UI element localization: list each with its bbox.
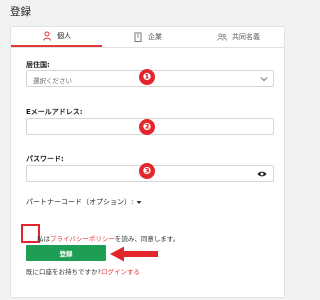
login-link[interactable]: ログインする (101, 268, 140, 276)
step-badge-1: ❶ (139, 69, 155, 85)
tab-individual[interactable]: 個人 (11, 27, 102, 47)
tab-joint-label: 共同名義 (232, 33, 260, 41)
step-badge-3: ❸ (139, 163, 155, 179)
step-badge-2: ❷ (139, 119, 155, 135)
consent-suffix: を読み、同意します。 (114, 235, 180, 243)
residence-placeholder: 選択ください (33, 77, 72, 85)
tab-corporate-label: 企業 (148, 33, 162, 41)
account-type-tabs: 個人 企業 共同名義 (11, 27, 284, 48)
person-icon (42, 31, 52, 41)
joint-users-icon (217, 32, 227, 42)
privacy-policy-link[interactable]: プライバシーポリシー (50, 235, 115, 243)
password-label: パスワード: (26, 155, 64, 163)
email-label: Eメールアドレス: (26, 108, 83, 116)
chevron-down-icon (260, 77, 268, 82)
building-icon (133, 32, 143, 42)
eye-icon[interactable] (257, 170, 267, 178)
consent-text: 私はプライバシーポリシーを読み、同意します。 (37, 233, 179, 243)
login-prompt-text: 既に口座をお持ちですか? (26, 268, 101, 276)
tab-individual-label: 個人 (57, 32, 71, 40)
tab-joint[interactable]: 共同名義 (193, 27, 284, 47)
register-button[interactable]: 登録 (26, 245, 106, 261)
registration-card: 個人 企業 共同名義 居住国: 選択ください ❶ Eメールアドレス: ❷ パスワ… (10, 26, 285, 298)
page-title: 登録 (10, 6, 31, 18)
pointer-arrow-icon (110, 246, 158, 262)
partner-code-label: パートナーコード（オプション）: (26, 198, 134, 206)
caret-down-icon (136, 200, 142, 204)
tab-corporate[interactable]: 企業 (102, 27, 193, 47)
consent-prefix: 私は (37, 235, 50, 243)
partner-code-toggle[interactable]: パートナーコード（オプション）: (26, 197, 142, 207)
login-prompt: 既に口座をお持ちですか?ログインする (26, 266, 140, 276)
residence-label: 居住国: (26, 61, 50, 69)
